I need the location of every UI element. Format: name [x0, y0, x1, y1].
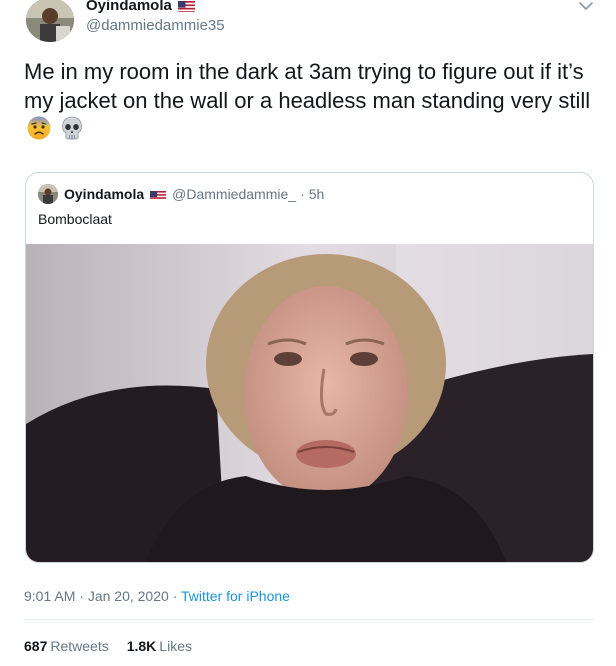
- anxious-face-with-sweat-emoji: [26, 115, 52, 148]
- tweet-body: Me in my room in the dark at 3am trying …: [24, 59, 591, 113]
- retweets-label: Retweets: [50, 638, 109, 654]
- quoted-tweet-header: Oyindamola @Dammiedammie_ · 5h: [38, 184, 324, 204]
- quoted-author-avatar: [38, 184, 58, 204]
- tweet-text: Me in my room in the dark at 3am trying …: [24, 57, 604, 148]
- quoted-display-name: Oyindamola: [64, 186, 145, 202]
- author-handle[interactable]: @dammiedammie35: [86, 17, 225, 34]
- quoted-age: 5h: [308, 186, 325, 202]
- author-avatar[interactable]: [26, 0, 74, 42]
- tweet-time[interactable]: 9:01 AM: [24, 588, 75, 604]
- quoted-handle: @Dammiedammie_: [172, 186, 297, 202]
- tweet-source-link[interactable]: Twitter for iPhone: [181, 588, 290, 604]
- tweet-stats: 687 Retweets 1.8K Likes: [24, 638, 192, 654]
- quoted-media-image[interactable]: [26, 244, 593, 562]
- retweets-stat[interactable]: 687 Retweets: [24, 638, 109, 654]
- author-display-name[interactable]: Oyindamola: [86, 0, 195, 14]
- tweet-date[interactable]: Jan 20, 2020: [88, 588, 169, 604]
- skull-emoji: [60, 115, 84, 148]
- meta-separator-1: ·: [79, 588, 88, 604]
- retweets-count: 687: [24, 638, 48, 654]
- us-flag-icon: [150, 189, 167, 200]
- likes-count: 1.8K: [126, 638, 157, 654]
- likes-label: Likes: [159, 638, 192, 654]
- quoted-text: Bomboclaat: [38, 211, 112, 227]
- author-display-name-text: Oyindamola: [86, 0, 172, 14]
- likes-stat[interactable]: 1.8K Likes: [127, 638, 192, 654]
- quoted-tweet[interactable]: Oyindamola @Dammiedammie_ · 5h Bomboclaa…: [25, 172, 594, 563]
- tweet-card: Oyindamola @dammiedammie35 Me in my room…: [0, 0, 616, 666]
- tweet-meta: 9:01 AM · Jan 20, 2020 · Twitter for iPh…: [24, 588, 290, 604]
- divider: [24, 619, 594, 620]
- chevron-down-icon[interactable]: [575, 0, 597, 16]
- us-flag-icon: [177, 0, 195, 12]
- meta-separator-2: ·: [172, 588, 181, 604]
- quoted-separator: ·: [300, 186, 305, 202]
- author-block: Oyindamola @dammiedammie35: [86, 0, 225, 34]
